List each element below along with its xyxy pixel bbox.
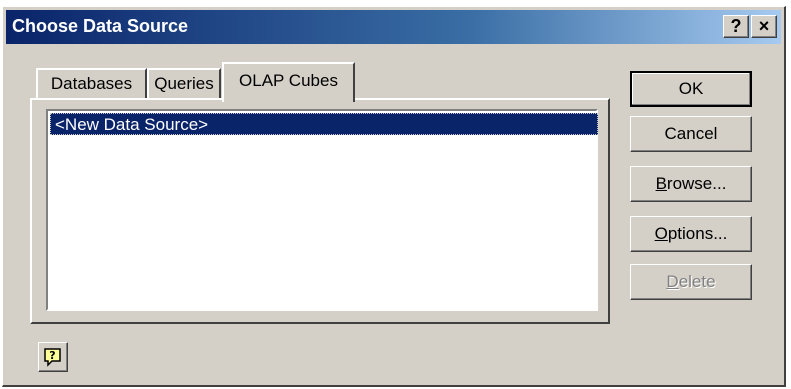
question-mark-icon: ? — [730, 16, 742, 36]
tab-panel: <New Data Source> — [30, 98, 610, 324]
delete-mnemonic: D — [666, 272, 679, 291]
close-icon: × — [758, 16, 770, 36]
data-source-list[interactable]: <New Data Source> — [46, 109, 598, 311]
ok-button[interactable]: OK — [630, 71, 752, 107]
tab-olap-cubes[interactable]: OLAP Cubes — [222, 62, 355, 102]
cancel-button[interactable]: Cancel — [630, 116, 752, 152]
delete-label: elete — [678, 272, 716, 291]
tab-queries[interactable]: Queries — [147, 68, 221, 98]
close-button[interactable]: × — [751, 15, 777, 38]
delete-button[interactable]: Delete — [630, 264, 752, 300]
browse-label: rowse... — [666, 174, 727, 193]
help-button[interactable]: ? — [38, 342, 68, 372]
options-button[interactable]: Options... — [630, 216, 752, 252]
help-title-button[interactable]: ? — [723, 15, 749, 38]
list-item[interactable]: <New Data Source> — [50, 113, 598, 135]
help-question-icon: ? — [44, 348, 61, 367]
title-bar[interactable]: Choose Data Source ? × — [6, 10, 781, 44]
options-label: ptions... — [667, 224, 728, 243]
svg-text:?: ? — [49, 349, 55, 362]
window-title: Choose Data Source — [12, 16, 189, 36]
browse-mnemonic: B — [655, 174, 667, 193]
browse-button[interactable]: Browse... — [630, 166, 752, 202]
options-mnemonic: O — [654, 224, 668, 243]
tab-databases[interactable]: Databases — [36, 68, 147, 98]
